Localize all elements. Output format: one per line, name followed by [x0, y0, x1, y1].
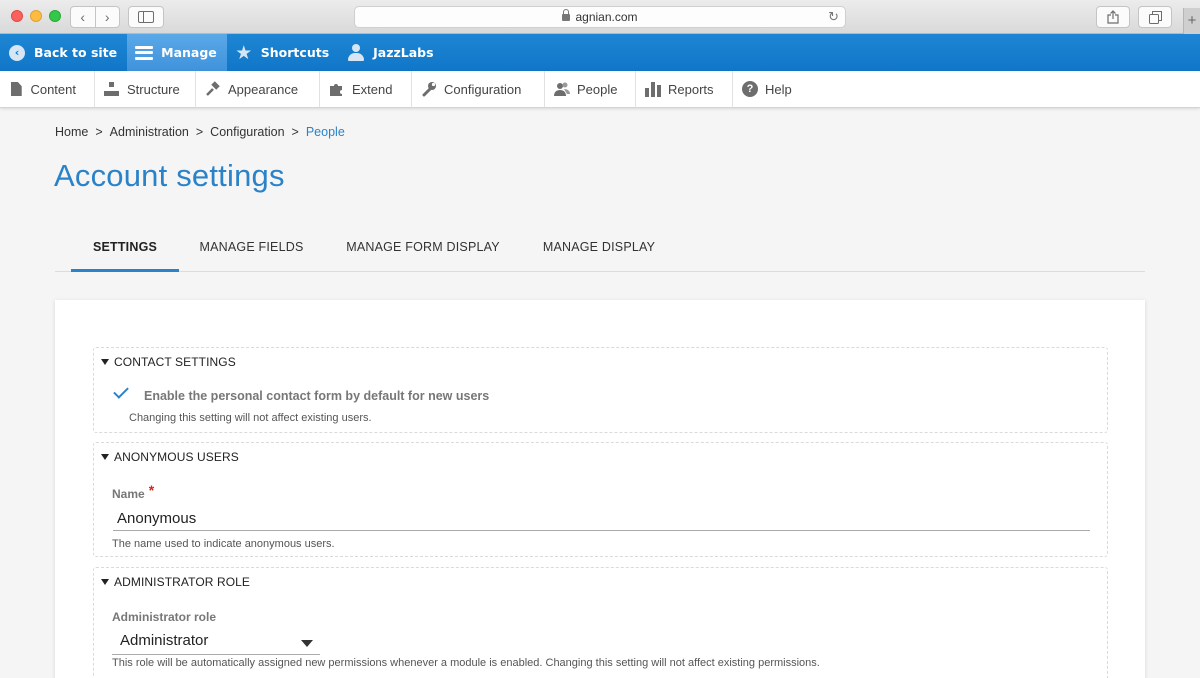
bar-chart-icon [645, 81, 661, 97]
menu-item-appearance[interactable]: Appearance [196, 71, 320, 107]
history-nav: ‹ › [70, 6, 120, 28]
tab-manage-display[interactable]: MANAGE DISPLAY [533, 226, 665, 272]
contact-description: Changing this setting will not affect ex… [129, 412, 372, 424]
address-bar[interactable]: agnian.com ↻ [354, 6, 846, 28]
breadcrumb-link[interactable]: Home [55, 125, 88, 139]
lock-icon [562, 9, 571, 21]
tab-manage-form-display[interactable]: MANAGE FORM DISPLAY [342, 226, 504, 272]
user-icon [348, 44, 365, 61]
menu-item-label: Content [30, 81, 76, 97]
administrator-role-fieldset: ADMINISTRATOR ROLE Administrator role Ad… [93, 567, 1108, 678]
zoom-window-button[interactable] [49, 10, 61, 22]
menu-item-label: Structure [127, 81, 180, 97]
tab-bar: SETTINGS MANAGE FIELDS MANAGE FORM DISPL… [55, 226, 1145, 272]
admin-role-select[interactable]: Administrator [112, 630, 320, 655]
fieldset-title: ADMINISTRATOR ROLE [114, 575, 251, 589]
breadcrumb-separator: > [195, 125, 204, 139]
contact-form-checkbox[interactable] [115, 387, 131, 399]
menu-item-label: Reports [668, 81, 714, 97]
menu-item-label: Configuration [444, 81, 522, 97]
close-window-button[interactable] [11, 10, 23, 22]
back-to-site-link[interactable]: ‹ Back to site [0, 34, 127, 71]
back-to-site-label: Back to site [34, 45, 118, 60]
fieldset-title: CONTACT SETTINGS [114, 355, 236, 369]
document-icon [10, 82, 22, 96]
collapse-triangle-icon [101, 454, 109, 460]
menu-item-help[interactable]: ? Help [733, 71, 813, 107]
shortcuts-label: Shortcuts [260, 45, 330, 60]
share-icon [1107, 10, 1119, 24]
contact-settings-fieldset: CONTACT SETTINGS Enable the personal con… [93, 347, 1108, 433]
user-tab[interactable]: JazzLabs [339, 34, 443, 71]
browser-chrome: ‹ › agnian.com ↻ + [0, 0, 1200, 34]
admin-role-selected: Administrator [120, 632, 209, 649]
wrench-icon [421, 81, 437, 97]
page-title: Account settings [54, 158, 285, 193]
tab-manage-fields[interactable]: MANAGE FIELDS [189, 226, 314, 272]
anonymous-description: The name used to indicate anonymous user… [112, 538, 335, 550]
forward-arrow-icon[interactable]: › [96, 7, 120, 27]
minimize-window-button[interactable] [30, 10, 42, 22]
shortcuts-tab[interactable]: ★ Shortcuts [227, 34, 339, 71]
collapse-triangle-icon [101, 359, 109, 365]
puzzle-icon [329, 81, 345, 97]
sitemap-icon [104, 82, 120, 96]
breadcrumb-link[interactable]: Configuration [210, 125, 284, 139]
sidebar-toggle-button[interactable] [128, 6, 164, 28]
breadcrumb-separator: > [291, 125, 299, 139]
anonymous-users-legend[interactable]: ANONYMOUS USERS [101, 450, 239, 464]
anonymous-users-fieldset: ANONYMOUS USERS Name* The name used to i… [93, 442, 1108, 557]
menu-item-label: Help [765, 81, 792, 97]
admin-role-field-label: Administrator role [112, 610, 217, 624]
menu-item-structure[interactable]: Structure [95, 71, 196, 107]
administrator-role-legend[interactable]: ADMINISTRATOR ROLE [101, 575, 250, 589]
tabs-icon [1148, 10, 1162, 24]
menu-item-extend[interactable]: Extend [320, 71, 412, 107]
fieldset-title: ANONYMOUS USERS [114, 450, 239, 464]
menu-item-people[interactable]: People [545, 71, 636, 107]
menu-item-label: People [577, 81, 618, 97]
contact-form-checkbox-label[interactable]: Enable the personal contact form by defa… [144, 389, 489, 403]
show-tabs-button[interactable] [1138, 6, 1172, 28]
required-marker: * [148, 482, 155, 498]
contact-settings-legend[interactable]: CONTACT SETTINGS [101, 355, 236, 369]
name-label-text: Name [112, 487, 145, 501]
admin-role-description: This role will be automatically assigned… [112, 657, 820, 669]
help-icon: ? [742, 81, 758, 97]
manage-label: Manage [161, 45, 217, 60]
url-text: agnian.com [575, 10, 638, 24]
reload-icon[interactable]: ↻ [828, 7, 839, 27]
admin-toolbar: ‹ Back to site Manage ★ Shortcuts JazzLa… [0, 34, 1200, 71]
user-label: JazzLabs [373, 45, 434, 60]
hamburger-icon [135, 45, 154, 60]
people-icon [554, 81, 570, 97]
menu-item-content[interactable]: Content [0, 71, 95, 107]
star-icon: ★ [235, 41, 253, 64]
admin-menu-tray: Content Structure Appearance Extend Conf… [0, 71, 1200, 108]
menu-item-reports[interactable]: Reports [636, 71, 733, 107]
menu-item-label: Extend [352, 81, 393, 97]
name-field-label: Name * [112, 482, 155, 501]
menu-item-label: Appearance [228, 81, 299, 97]
breadcrumb-current[interactable]: People [306, 125, 345, 139]
manage-tab[interactable]: Manage [127, 34, 227, 71]
breadcrumb-separator: > [95, 125, 103, 139]
back-circle-icon: ‹ [9, 44, 25, 61]
share-button[interactable] [1096, 6, 1130, 28]
back-arrow-icon[interactable]: ‹ [71, 7, 96, 27]
anonymous-name-input[interactable] [113, 506, 1090, 531]
menu-item-configuration[interactable]: Configuration [412, 71, 545, 107]
new-tab-button[interactable]: + [1183, 8, 1200, 34]
tab-settings[interactable]: SETTINGS [71, 226, 179, 272]
dropdown-caret-icon [301, 640, 313, 647]
settings-form: CONTACT SETTINGS Enable the personal con… [55, 300, 1145, 678]
breadcrumb-link[interactable]: Administration [110, 125, 189, 139]
paintbrush-icon [205, 81, 221, 97]
sidebar-icon [138, 11, 154, 23]
collapse-triangle-icon [101, 579, 109, 585]
breadcrumb: Home > Administration > Configuration > People [55, 125, 345, 139]
